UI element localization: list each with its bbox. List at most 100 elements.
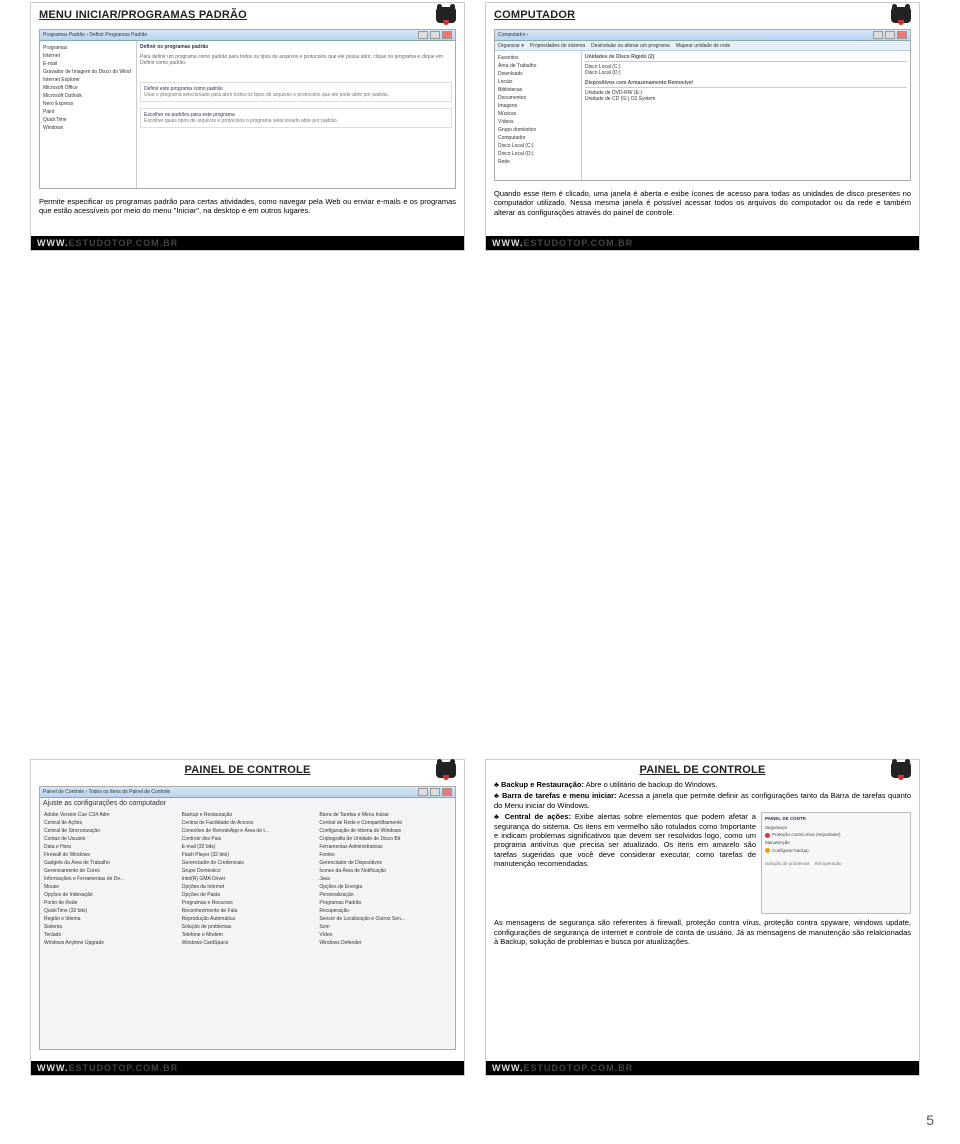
footer-www: WWW.: [37, 1063, 69, 1073]
bullet-label: Barra de tarefas e menu iniciar:: [502, 791, 617, 800]
list-item: Documentos: [498, 94, 578, 102]
list-item: Disco Local (C:): [498, 142, 578, 150]
list-item: Java: [319, 875, 451, 883]
list-item: Gadgets da Área de Trabalho: [44, 859, 176, 867]
bullet-barra-tarefas: ♣ Barra de tarefas e menu iniciar: Acess…: [486, 789, 919, 810]
list-item: Solução de problemas: [182, 923, 314, 931]
page-number: 5: [926, 1112, 934, 1128]
list-item: Microsoft Outlook: [43, 92, 133, 100]
program-details-pane: Definir os programas padrão Para definir…: [137, 41, 455, 188]
card-footer-url: WWW.ESTUDOTOP.COM.BR: [31, 1061, 464, 1075]
footer-www: WWW.: [37, 238, 69, 248]
list-item: Ícones da Área de Notificação: [319, 867, 451, 875]
list-item: Barra de Tarefas e Menu Iniciar: [319, 811, 451, 819]
list-item: Reprodução Automática: [182, 915, 314, 923]
card-header: MENU INICIAR/PROGRAMAS PADRÃO: [31, 3, 464, 25]
list-item: Opções de Pasta: [182, 891, 314, 899]
list-item: Configuração de Idioma do Windows: [319, 827, 451, 835]
list-item: E-mail: [43, 60, 133, 68]
list-item: Área de Trabalho: [498, 62, 578, 70]
drive-group-header: Unidades de Disco Rígido (2): [585, 54, 907, 62]
card-title: PAINEL DE CONTROLE: [639, 764, 765, 776]
list-item: Downloads: [498, 70, 578, 78]
card-footer-url: WWW.ESTUDOTOP.COM.BR: [486, 236, 919, 250]
footer-www: WWW.: [492, 238, 524, 248]
card-description: Quando esse item é clicado, uma janela é…: [486, 185, 919, 217]
list-item: Programas: [43, 44, 133, 52]
card-footer-url: WWW.ESTUDOTOP.COM.BR: [31, 236, 464, 250]
list-item: Paint: [43, 108, 133, 116]
card-header: PAINEL DE CONTROLE: [31, 760, 464, 778]
list-item: Opções de Indexação: [44, 891, 176, 899]
owl-logo-icon: [436, 762, 456, 778]
bullet-text: Abre o utilitário de backup do Windows.: [584, 780, 717, 789]
control-panel-heading: Ajuste as configurações do computador: [40, 798, 455, 811]
list-item: Central de Rede e Compartilhamento: [319, 819, 451, 827]
list-item: Programas Padrão: [319, 899, 451, 907]
list-item: Intel(R) GMA Driver: [182, 875, 314, 883]
explorer-nav-tree: FavoritosÁrea de TrabalhoDownloadsLocais…: [495, 51, 582, 180]
card-computador: COMPUTADOR Computador › Organizar ▾Propr…: [485, 2, 920, 251]
list-item: Internet Explorer: [43, 76, 133, 84]
owl-logo-icon: [891, 762, 911, 778]
card-header: COMPUTADOR: [486, 3, 919, 25]
list-item: Controle dos Pais: [182, 835, 314, 843]
list-item: Disco Local (D:): [498, 150, 578, 158]
explorer-toolbar: Organizar ▾Propriedades do sistemaDesins…: [495, 41, 910, 51]
list-item: Programas e Recursos: [182, 899, 314, 907]
list-item: Sensor de Localização e Outros Sen...: [319, 915, 451, 923]
list-item: Windows CardSpace: [182, 939, 314, 947]
list-item: Gerenciamento de Cores: [44, 867, 176, 875]
list-item: Telefone e Modem: [182, 931, 314, 939]
list-item: QuickTime (32 bits): [44, 907, 176, 915]
bullet-central-acoes: PAINEL DE CONTR Segurança Proteção contr…: [486, 810, 919, 916]
list-item: Recuperação: [319, 907, 451, 915]
card-painel-de-controle-screenshot: PAINEL DE CONTROLE Painel de Controle › …: [30, 759, 465, 1076]
footer-domain: ESTUDOTOP.COM.BR: [69, 1063, 179, 1073]
list-item: Gerenciador de Credenciais: [182, 859, 314, 867]
list-item: Central de Sincronização: [44, 827, 176, 835]
list-item: Opções de Energia: [319, 883, 451, 891]
list-item: Unidade de CD (G:) O2 System: [585, 96, 907, 102]
list-item: Região e Idioma: [44, 915, 176, 923]
list-item: Ferramentas Administrativas: [319, 843, 451, 851]
list-item: Vídeo: [319, 931, 451, 939]
list-item: Grupo Doméstico: [182, 867, 314, 875]
list-item: Reconhecimento de Fala: [182, 907, 314, 915]
list-item: Bibliotecas: [498, 86, 578, 94]
list-item: Central de Ações: [44, 819, 176, 827]
list-item: Nero Express: [43, 100, 133, 108]
list-item: Gravador de Imagem do Disco do Wind: [43, 68, 133, 76]
drive-group-header: Dispositivos com Armazenamento Removível: [585, 80, 907, 88]
footer-domain: ESTUDOTOP.COM.BR: [524, 1063, 634, 1073]
footer-domain: ESTUDOTOP.COM.BR: [69, 238, 179, 248]
list-item: Som: [319, 923, 451, 931]
list-item: Favoritos: [498, 54, 578, 62]
list-item: Microsoft Office: [43, 84, 133, 92]
list-item: Backup e Restauração: [182, 811, 314, 819]
list-item: Vídeos: [498, 118, 578, 126]
list-item: Locais: [498, 78, 578, 86]
list-item: Adobe Version Cue CS4 Adm: [44, 811, 176, 819]
list-item: Computador: [498, 134, 578, 142]
list-item: Flash Player (32 bits): [182, 851, 314, 859]
program-list-sidebar: ProgramasInternetE-mailGravador de Image…: [40, 41, 137, 188]
list-item: Gerenciador de Dispositivos: [319, 859, 451, 867]
pane-heading: Definir os programas padrão: [140, 44, 452, 50]
owl-logo-icon: [891, 7, 911, 23]
inset-title: PAINEL DE CONTR: [765, 816, 907, 822]
card-title: MENU INICIAR/PROGRAMAS PADRÃO: [39, 9, 247, 21]
card-title: PAINEL DE CONTROLE: [184, 764, 310, 776]
window-titlebar: Programas Padrão › Definir Programas Pad…: [40, 30, 455, 41]
list-item: Sistema: [44, 923, 176, 931]
list-item: Ponto de Rede: [44, 899, 176, 907]
list-item: Data e Hora: [44, 843, 176, 851]
control-panel-items-grid: Adobe Version Cue CS4 Adm Backup e Restau…: [40, 811, 455, 951]
list-item: Disco Local (D:): [585, 70, 907, 76]
bullet-backup-restauracao: ♣ Backup e Restauração: Abre o utilitári…: [486, 778, 919, 789]
window-titlebar: Computador ›: [495, 30, 910, 41]
list-item: QuickTime: [43, 116, 133, 124]
card-title: COMPUTADOR: [494, 9, 575, 21]
list-item: Imagens: [498, 102, 578, 110]
footer-www: WWW.: [492, 1063, 524, 1073]
